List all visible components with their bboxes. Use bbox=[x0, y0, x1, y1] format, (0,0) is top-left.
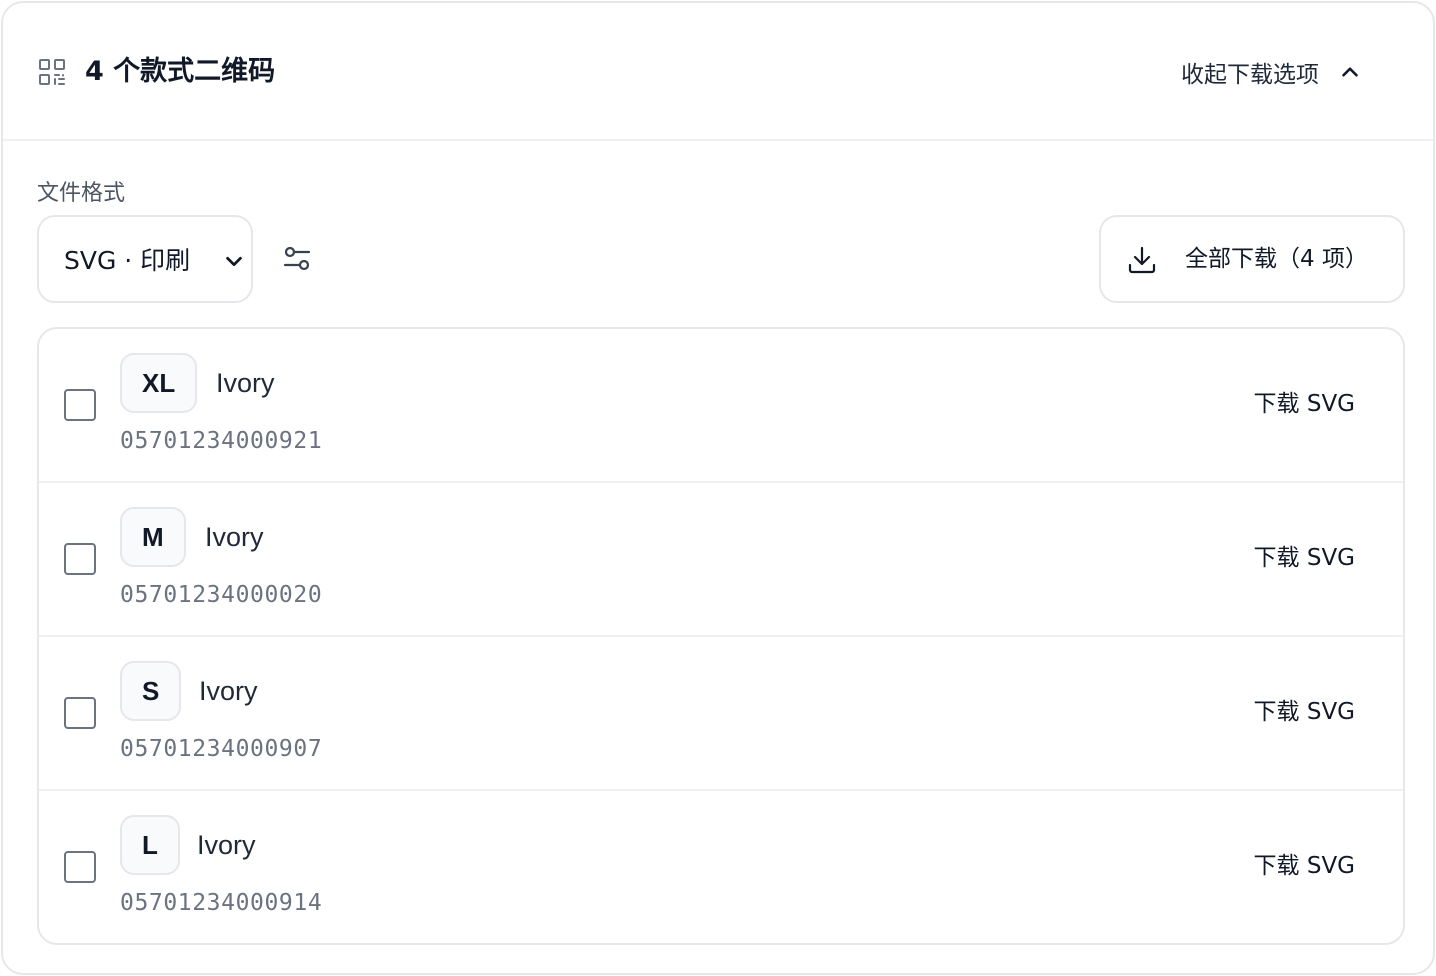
sliders-icon[interactable] bbox=[281, 243, 313, 275]
barcode-number: 05701234000907 bbox=[120, 736, 323, 762]
download-icon bbox=[1128, 246, 1156, 274]
item-checkbox[interactable] bbox=[64, 389, 96, 421]
qr-download-panel: 4 个款式二维码 收起下载选项 文件格式 SVG · 印刷 全部下载（4 项） … bbox=[1, 1, 1435, 975]
barcode-number: 05701234000921 bbox=[120, 428, 323, 454]
item-checkbox[interactable] bbox=[64, 543, 96, 575]
download-svg-button[interactable]: 下载 SVG bbox=[1254, 849, 1355, 883]
color-name: Ivory bbox=[199, 676, 258, 706]
list-item: XL Ivory 05701234000921 下载 SVG bbox=[39, 329, 1403, 483]
collapse-label: 收起下载选项 bbox=[1181, 62, 1319, 88]
download-svg-button[interactable]: 下载 SVG bbox=[1254, 541, 1355, 575]
item-checkbox[interactable] bbox=[64, 851, 96, 883]
barcode-number: 05701234000020 bbox=[120, 582, 323, 608]
download-all-label: 全部下载（4 项） bbox=[1185, 246, 1368, 272]
item-checkbox[interactable] bbox=[64, 697, 96, 729]
file-format-label: 文件格式 bbox=[37, 181, 126, 206]
qr-code-icon bbox=[39, 59, 65, 85]
size-badge: XL bbox=[120, 353, 198, 413]
list-item: L Ivory 05701234000914 下载 SVG bbox=[39, 791, 1403, 943]
file-format-select[interactable]: SVG · 印刷 bbox=[37, 215, 253, 303]
chevron-up-icon bbox=[1342, 67, 1358, 77]
color-name: Ivory bbox=[205, 522, 264, 552]
panel-header: 4 个款式二维码 收起下载选项 bbox=[3, 3, 1433, 141]
list-item: M Ivory 05701234000020 下载 SVG bbox=[39, 483, 1403, 637]
color-name: Ivory bbox=[197, 830, 256, 860]
collapse-download-options-button[interactable]: 收起下载选项 bbox=[1181, 53, 1363, 91]
chevron-down-icon bbox=[226, 256, 242, 267]
color-name: Ivory bbox=[216, 368, 275, 398]
download-all-button[interactable]: 全部下载（4 项） bbox=[1099, 215, 1405, 303]
size-badge: L bbox=[120, 815, 180, 875]
barcode-number: 05701234000914 bbox=[120, 890, 323, 916]
panel-title: 4 个款式二维码 bbox=[85, 56, 276, 87]
file-format-value: SVG · 印刷 bbox=[64, 246, 191, 275]
size-badge: S bbox=[120, 661, 182, 721]
download-svg-button[interactable]: 下载 SVG bbox=[1254, 387, 1355, 421]
download-svg-button[interactable]: 下载 SVG bbox=[1254, 695, 1355, 729]
style-list: XL Ivory 05701234000921 下载 SVG M Ivory 0… bbox=[37, 327, 1405, 945]
list-item: S Ivory 05701234000907 下载 SVG bbox=[39, 637, 1403, 791]
size-badge: M bbox=[120, 507, 186, 567]
